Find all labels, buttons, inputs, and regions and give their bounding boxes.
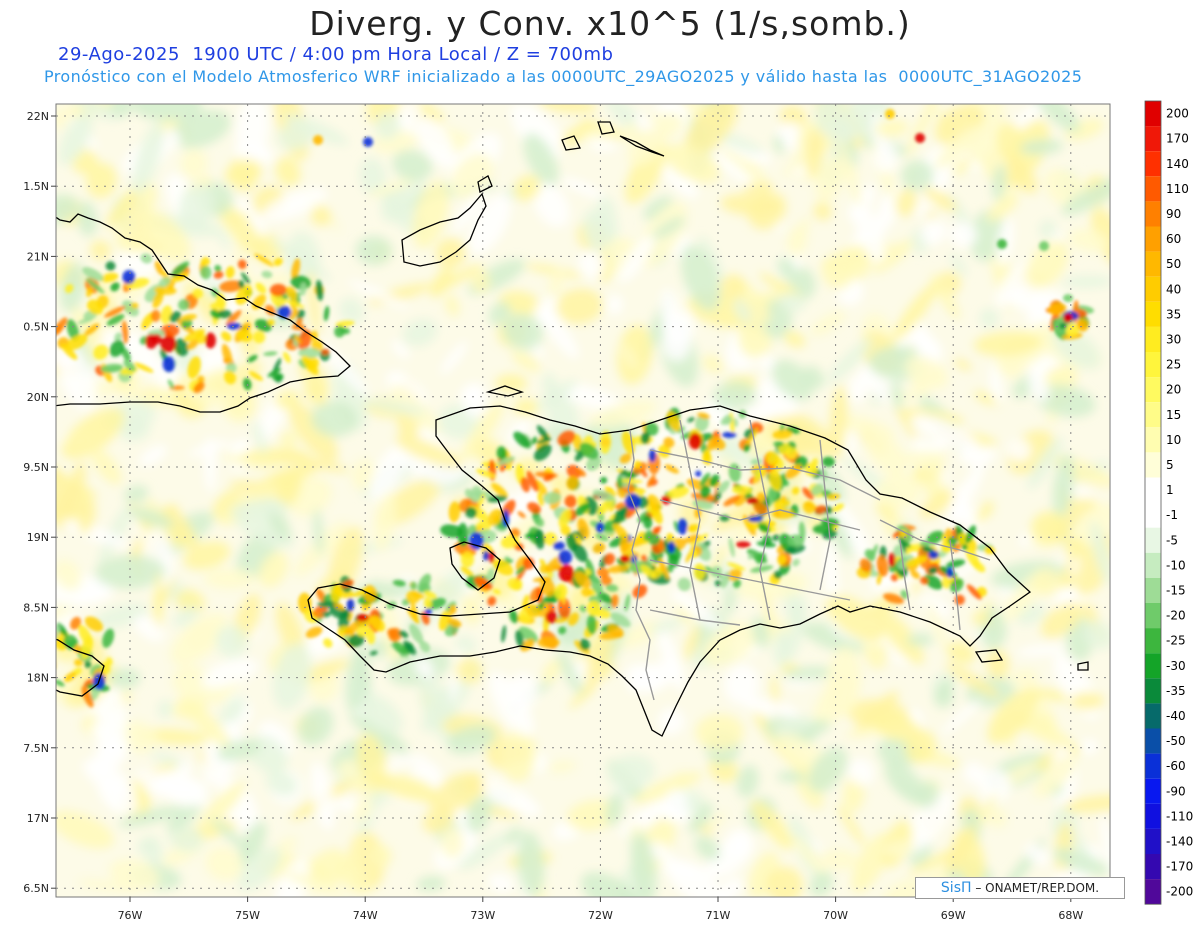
colorbar-label: 170 (1166, 132, 1189, 146)
brand-logo-text: SisΠ (940, 880, 972, 896)
colorbar-swatch (1145, 577, 1161, 603)
lat-label: 9.5N (23, 461, 49, 474)
colorbar-label: -25 (1166, 634, 1186, 648)
lon-label: 76W (118, 909, 143, 922)
colorbar-label: 15 (1166, 408, 1181, 422)
colorbar-swatch (1145, 377, 1161, 403)
colorbar-swatch (1145, 301, 1161, 327)
colorbar-label: 40 (1166, 282, 1181, 296)
colorbar-label: -50 (1166, 734, 1186, 748)
lat-label: 22N (27, 110, 49, 123)
latitude-axis: 22N 1.5N 21N 0.5N 20N 9.5N 19N 8.5N 18N 7.5N 17N 6.… (23, 110, 56, 895)
lon-label: 69W (941, 909, 966, 922)
lat-label: 20N (27, 391, 49, 404)
colorbar-label: -200 (1166, 885, 1193, 899)
credit-text: – ONAMET/REP.DOM. (971, 881, 1100, 895)
colorbar-swatch (1145, 879, 1161, 905)
colorbar-swatch (1145, 126, 1161, 152)
lon-label: 74W (353, 909, 378, 922)
colorbar-label: 30 (1166, 332, 1181, 346)
colorbar-swatch (1145, 276, 1161, 302)
lat-label: 7.5N (23, 742, 49, 755)
colorbar-label: -5 (1166, 533, 1178, 547)
lat-label: 1.5N (23, 180, 49, 193)
lon-label: 75W (235, 909, 260, 922)
colorbar-label: 60 (1166, 232, 1181, 246)
colorbar-label: 110 (1166, 182, 1189, 196)
colorbar-swatch (1145, 552, 1161, 578)
colorbar-swatch (1145, 226, 1161, 252)
colorbar-swatch (1145, 176, 1161, 202)
lon-label: 73W (470, 909, 495, 922)
colorbar-label: 90 (1166, 207, 1181, 221)
colorbar-label: 5 (1166, 458, 1174, 472)
colorbar-swatch (1145, 201, 1161, 227)
colorbar-label: -110 (1166, 809, 1193, 823)
colorbar-swatch (1145, 703, 1161, 729)
colorbar-label: 50 (1166, 257, 1181, 271)
lat-label: 18N (27, 672, 49, 685)
lat-label: 6.5N (23, 882, 49, 895)
credit-box: SisΠ – ONAMET/REP.DOM. (915, 877, 1125, 899)
lat-label: 0.5N (23, 321, 49, 334)
colorbar-swatch (1145, 101, 1161, 127)
colorbar-label: 25 (1166, 358, 1181, 372)
colorbar-label: -35 (1166, 684, 1186, 698)
lat-label: 21N (27, 250, 49, 263)
colorbar-swatch (1145, 753, 1161, 779)
lat-label: 17N (27, 812, 49, 825)
colorbar-label: -15 (1166, 583, 1186, 597)
lon-label: 70W (823, 909, 848, 922)
colorbar-swatch (1145, 603, 1161, 629)
map-canvas: 22N 1.5N 21N 0.5N 20N 9.5N 19N 8.5N 18N 7.5N 17N 6.… (23, 100, 1193, 922)
lon-label: 72W (588, 909, 613, 922)
colorbar-swatch (1145, 778, 1161, 804)
colorbar-label: -90 (1166, 784, 1186, 798)
colorbar-swatch (1145, 828, 1161, 854)
colorbar-label: -170 (1166, 860, 1193, 874)
colorbar-swatch (1145, 678, 1161, 704)
colorbar-swatch (1145, 728, 1161, 754)
colorbar-swatch (1145, 527, 1161, 553)
colorbar-label: 140 (1166, 157, 1189, 171)
colorbar-swatch (1145, 427, 1161, 453)
lon-label: 68W (1058, 909, 1083, 922)
lat-label: 8.5N (23, 601, 49, 614)
colorbar-swatch (1145, 653, 1161, 679)
colorbar-swatch (1145, 803, 1161, 829)
colorbar-label: -30 (1166, 659, 1186, 673)
colorbar-label: -40 (1166, 709, 1186, 723)
colorbar-swatch (1145, 502, 1161, 528)
colorbar-label: -1 (1166, 508, 1178, 522)
colorbar-swatch (1145, 326, 1161, 352)
colorbar-swatch (1145, 452, 1161, 478)
lat-label: 19N (27, 531, 49, 544)
colorbar-swatch (1145, 402, 1161, 428)
colorbar: 200 170 140 110 90 60 50 40 35 30 25 20 15 10 5 1 -1 -5 -1… (1144, 100, 1193, 905)
lon-label: 71W (706, 909, 731, 922)
colorbar-label: -20 (1166, 609, 1186, 623)
colorbar-label: 200 (1166, 107, 1189, 121)
longitude-axis: 76W 75W 74W 73W 72W 71W 70W 69W 68W (118, 897, 1083, 922)
colorbar-label: 10 (1166, 433, 1181, 447)
colorbar-swatch (1145, 352, 1161, 378)
colorbar-swatch (1145, 477, 1161, 503)
colorbar-label: -60 (1166, 759, 1186, 773)
colorbar-label: -140 (1166, 834, 1193, 848)
colorbar-swatch (1145, 151, 1161, 177)
colorbar-swatch (1145, 628, 1161, 654)
colorbar-swatch (1145, 251, 1161, 277)
colorbar-swatch (1145, 854, 1161, 880)
colorbar-label: 20 (1166, 383, 1181, 397)
colorbar-label: 35 (1166, 307, 1181, 321)
colorbar-label: 1 (1166, 483, 1174, 497)
colorbar-label: -10 (1166, 558, 1186, 572)
